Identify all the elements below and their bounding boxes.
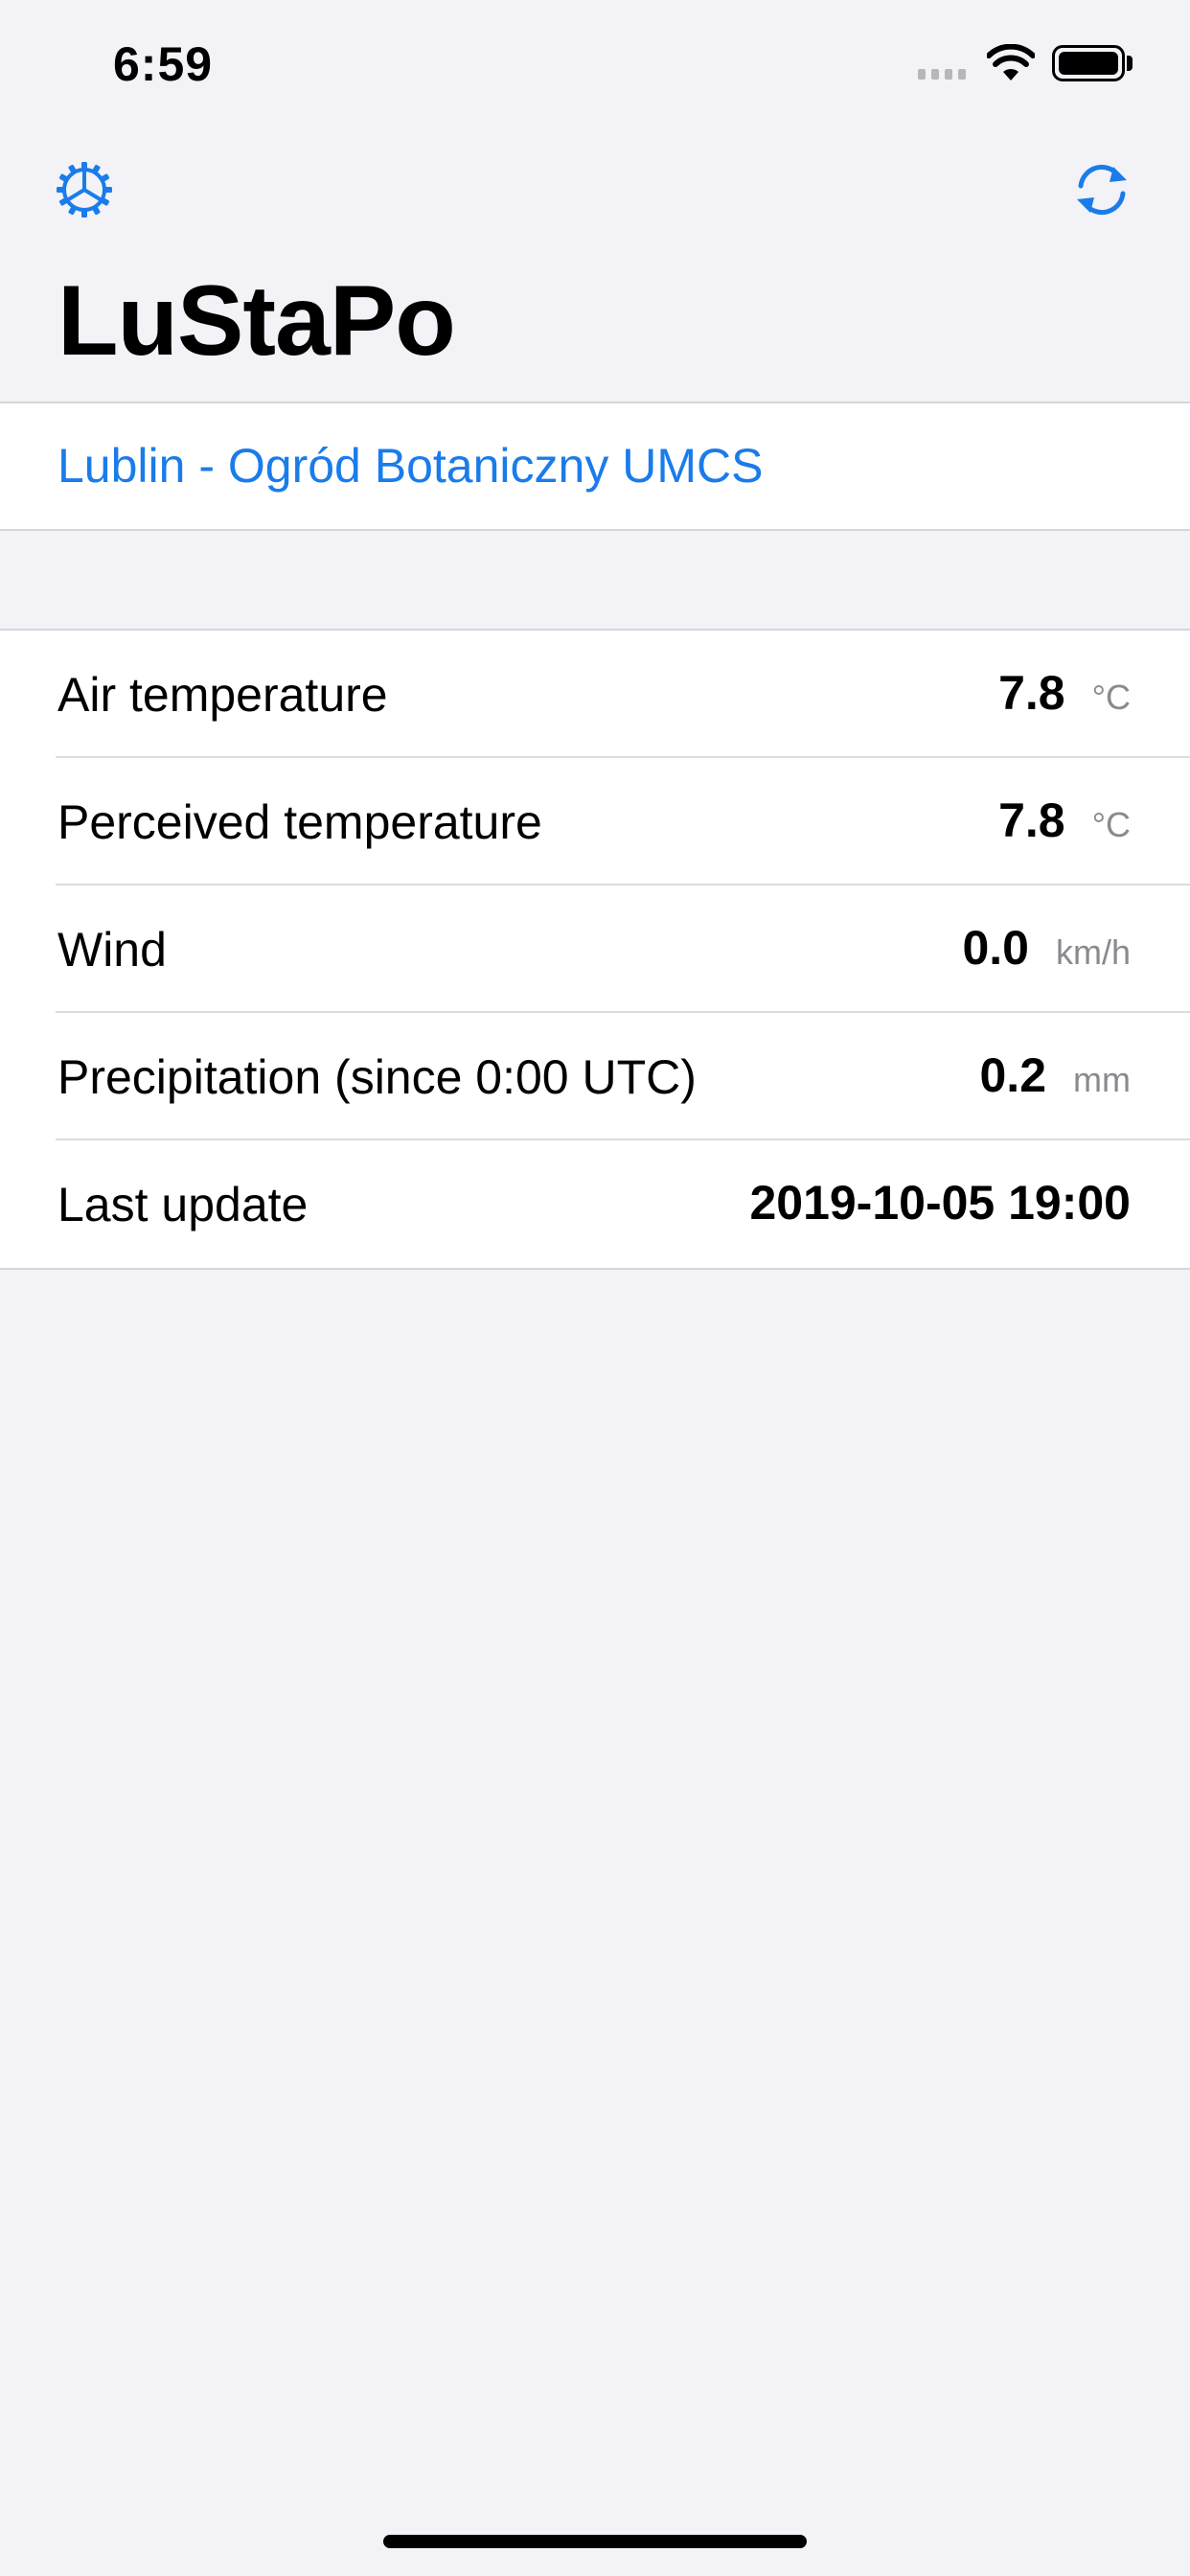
reading-label: Precipitation (since 0:00 UTC): [57, 1050, 697, 1104]
station-section: Lublin - Ogród Botaniczny UMCS: [0, 402, 1190, 531]
refresh-button[interactable]: [1065, 153, 1138, 226]
reading-value: 7.8: [998, 666, 1065, 720]
list-item-last-update: Last update 2019-10-05 19:00: [0, 1140, 1190, 1268]
reading-value: 7.8: [998, 794, 1065, 847]
battery-icon: [1052, 45, 1125, 81]
gear-icon: [57, 162, 112, 218]
wifi-icon: [987, 44, 1035, 80]
home-indicator[interactable]: [383, 2535, 807, 2548]
list-item-wind: Wind 0.0 km/h: [0, 886, 1190, 1013]
cellular-signal-icon: [918, 69, 966, 80]
status-bar: 6:59: [0, 0, 1190, 126]
battery-cap: [1127, 56, 1133, 71]
refresh-icon: [1077, 165, 1127, 215]
settings-button[interactable]: [48, 153, 121, 226]
status-time: 6:59: [113, 37, 214, 91]
reading-label: Perceived temperature: [57, 795, 542, 849]
readings-section: Air temperature 7.8 °C Perceived tempera…: [0, 629, 1190, 1270]
list-item-perceived-temperature: Perceived temperature 7.8 °C: [0, 758, 1190, 886]
list-item-air-temperature: Air temperature 7.8 °C: [0, 631, 1190, 758]
page-title: LuStaPo: [57, 265, 456, 377]
reading-unit: km/h: [1055, 932, 1131, 972]
reading-value: 0.2: [979, 1048, 1047, 1102]
reading-unit: °C: [1091, 678, 1131, 717]
reading-unit: mm: [1073, 1060, 1131, 1099]
reading-unit: °C: [1091, 805, 1131, 844]
last-update-label: Last update: [57, 1178, 309, 1231]
station-link[interactable]: Lublin - Ogród Botaniczny UMCS: [57, 438, 763, 494]
reading-label: Wind: [57, 923, 167, 977]
list-item-precipitation: Precipitation (since 0:00 UTC) 0.2 mm: [0, 1013, 1190, 1140]
reading-label: Air temperature: [57, 668, 388, 722]
last-update-value: 2019-10-05 19:00: [749, 1176, 1131, 1230]
reading-value: 0.0: [962, 921, 1029, 975]
